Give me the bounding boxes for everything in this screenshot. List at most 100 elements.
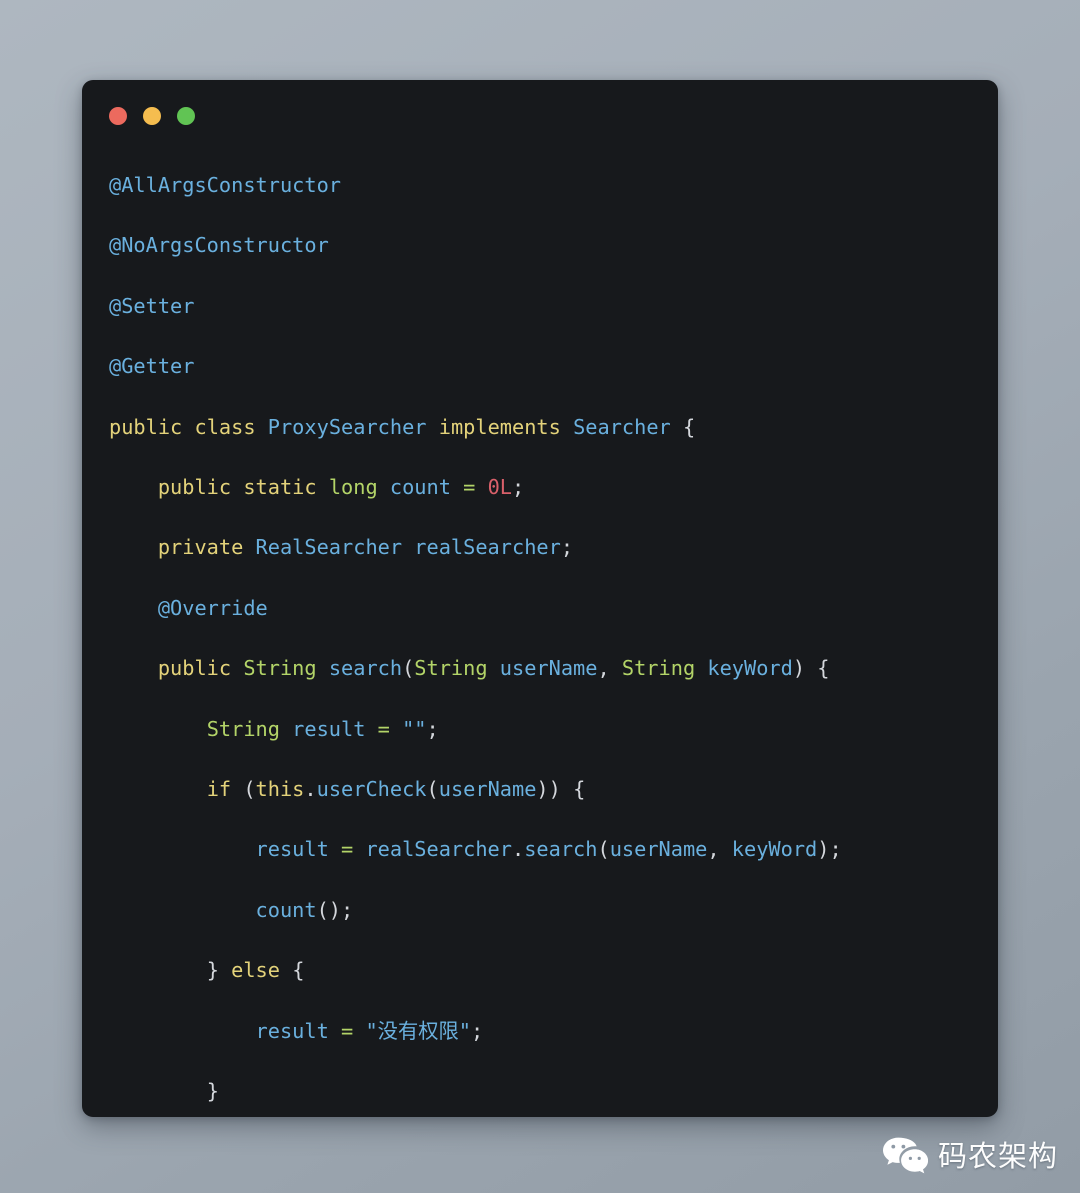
code-token: (); (316, 897, 354, 922)
code-token: { (817, 656, 830, 681)
code-token: ( (402, 656, 415, 681)
code-token: . (304, 777, 317, 802)
code-token: = (377, 716, 390, 741)
code-token: "没有权限" (365, 1018, 471, 1043)
code-token: String (414, 656, 488, 681)
code-window: @AllArgsConstructor @NoArgsConstructor @… (82, 80, 998, 1117)
code-token: ProxySearcher (267, 414, 427, 439)
code-token: RealSearcher (255, 535, 403, 560)
wechat-icon (882, 1136, 928, 1176)
code-token: { (682, 414, 696, 439)
code-token: . (511, 837, 525, 862)
code-token: this (255, 777, 305, 802)
code-token: } (206, 1079, 219, 1104)
code-line: @Override (109, 593, 976, 623)
code-token: ); (817, 837, 842, 862)
code-line: private RealSearcher realSearcher; (109, 532, 976, 562)
code-token: = (463, 475, 476, 500)
code-token: userName (609, 837, 708, 862)
code-token: String (243, 656, 317, 681)
code-token: count (255, 897, 317, 922)
code-line: public static long count = 0L; (109, 472, 976, 502)
source-code-block: @AllArgsConstructor @NoArgsConstructor @… (109, 170, 976, 1117)
code-line: public class ProxySearcher implements Se… (109, 412, 976, 442)
code-token: @Setter (109, 293, 195, 318)
code-line: } else { (109, 955, 976, 985)
code-token: 0L (487, 475, 513, 500)
code-line: count(); (109, 895, 976, 925)
code-token: @Override (157, 595, 268, 620)
code-token: @AllArgsConstructor (109, 173, 341, 197)
code-token: userCheck (316, 777, 427, 802)
code-token: result (255, 837, 329, 862)
code-token: String (621, 656, 696, 681)
code-token: ( (426, 777, 439, 802)
code-token: result (292, 716, 366, 741)
code-token: ( (243, 777, 256, 802)
code-token: search (524, 837, 598, 862)
code-token: @Getter (109, 354, 195, 379)
code-token: static (243, 475, 317, 500)
code-line: result = "没有权限"; (109, 1016, 976, 1046)
traffic-light-buttons (109, 107, 195, 125)
watermark: 码农架构 (882, 1136, 1058, 1176)
window-title-bar (82, 80, 998, 142)
code-line: @Setter (109, 291, 976, 321)
code-token: ) (792, 656, 818, 681)
code-line: if (this.userCheck(userName)) { (109, 774, 976, 804)
maximize-button[interactable] (177, 107, 195, 125)
code-line: @Getter (109, 351, 976, 381)
code-token: private (157, 535, 244, 560)
code-token: realSearcher (365, 837, 512, 862)
code-content-area[interactable]: @AllArgsConstructor @NoArgsConstructor @… (82, 142, 998, 1117)
code-token: ; (512, 475, 525, 500)
code-token: if (206, 777, 232, 802)
code-token: ; (471, 1018, 484, 1043)
code-token: public (157, 656, 232, 681)
code-token: result (255, 1018, 329, 1043)
code-token: public (109, 414, 183, 439)
code-token: = (341, 1018, 354, 1043)
code-token: { (573, 777, 586, 802)
close-button[interactable] (109, 107, 127, 125)
code-token: String (206, 716, 280, 741)
minimize-button[interactable] (143, 107, 161, 125)
code-token: else (231, 958, 280, 983)
code-token: @NoArgsConstructor (109, 233, 329, 258)
code-token: { (292, 958, 305, 983)
code-token: userName (438, 777, 537, 802)
screenshot-stage: @AllArgsConstructor @NoArgsConstructor @… (0, 0, 1080, 1193)
code-token: class (194, 414, 256, 439)
code-line: @AllArgsConstructor (109, 170, 976, 200)
code-token: = (341, 837, 354, 862)
